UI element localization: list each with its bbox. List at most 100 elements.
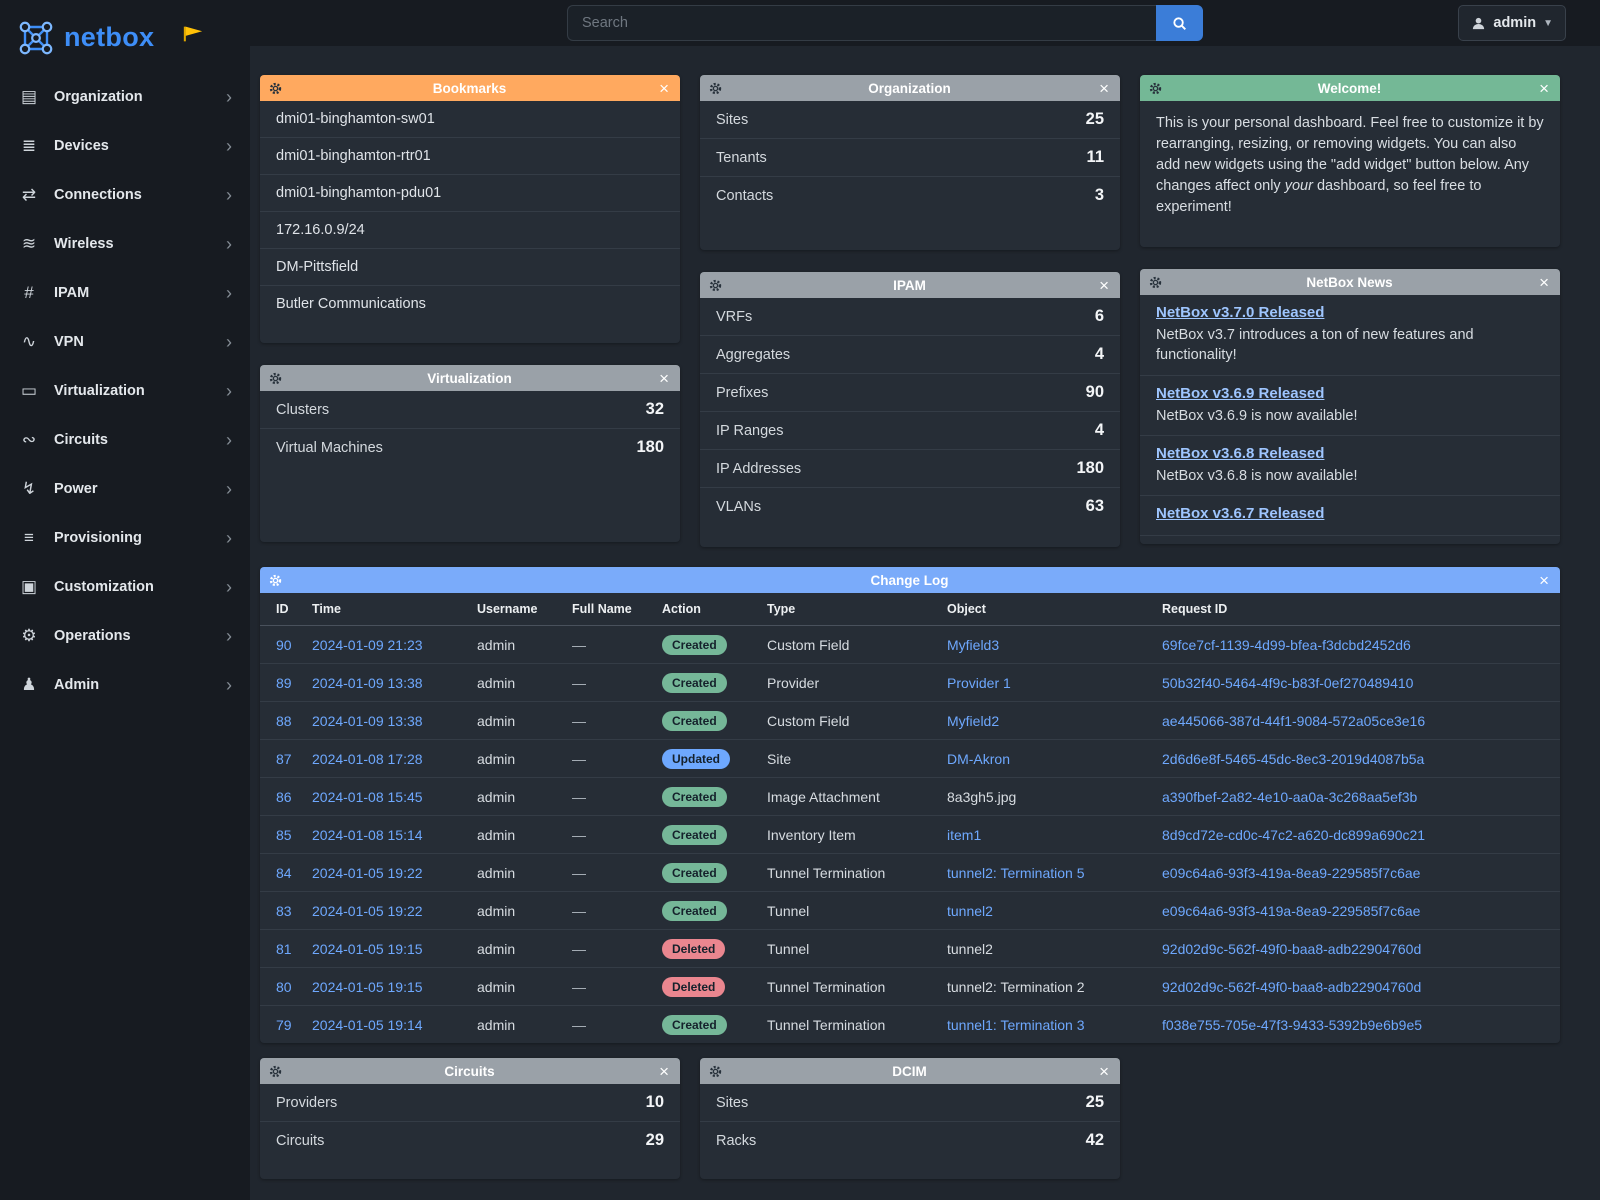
changelog-id-link[interactable]: 90	[276, 637, 292, 653]
widget-config-icon[interactable]	[709, 1065, 722, 1078]
changelog-request-id-link[interactable]: a390fbef-2a82-4e10-aa0a-3c268aa5ef3b	[1162, 789, 1417, 805]
changelog-request-id-link[interactable]: 2d6d6e8f-5465-45dc-8ec3-2019d4087b5a	[1162, 751, 1424, 767]
changelog-request-id-link[interactable]: ae445066-387d-44f1-9084-572a05ce3e16	[1162, 713, 1425, 729]
changelog-time-link[interactable]: 2024-01-09 13:38	[312, 675, 423, 691]
sidebar-item-connections[interactable]: ⇄ Connections ›	[0, 170, 250, 219]
stat-row[interactable]: Racks 42	[700, 1122, 1120, 1159]
widget-config-icon[interactable]	[709, 82, 722, 95]
changelog-id-link[interactable]: 85	[276, 827, 292, 843]
widget-config-icon[interactable]	[1149, 82, 1162, 95]
widget-config-icon[interactable]	[269, 372, 282, 385]
bookmark-item[interactable]: dmi01-binghamton-pdu01	[260, 175, 680, 212]
sidebar-item-virtualization[interactable]: ▭ Virtualization ›	[0, 366, 250, 415]
sidebar-item-power[interactable]: ↯ Power ›	[0, 464, 250, 513]
changelog-object-link[interactable]: tunnel1: Termination 3	[947, 1017, 1085, 1033]
changelog-time-link[interactable]: 2024-01-05 19:15	[312, 941, 423, 957]
stat-row[interactable]: Contacts 3	[700, 177, 1120, 214]
sidebar-item-ipam[interactable]: # IPAM ›	[0, 268, 250, 317]
changelog-time-link[interactable]: 2024-01-09 13:38	[312, 713, 423, 729]
news-link[interactable]: NetBox v3.6.8 Released	[1156, 445, 1324, 462]
widget-config-icon[interactable]	[709, 279, 722, 292]
widget-config-icon[interactable]	[1149, 276, 1162, 289]
changelog-id-link[interactable]: 80	[276, 979, 292, 995]
widget-config-icon[interactable]	[269, 82, 282, 95]
sidebar-item-circuits[interactable]: ∾ Circuits ›	[0, 415, 250, 464]
changelog-id-link[interactable]: 87	[276, 751, 292, 767]
close-icon[interactable]: ×	[1097, 277, 1111, 294]
news-link[interactable]: NetBox v3.6.7 Released	[1156, 505, 1324, 522]
widget-config-icon[interactable]	[269, 1065, 282, 1078]
changelog-request-id-link[interactable]: 69fce7cf-1139-4d99-bfea-f3dcbd2452d6	[1162, 637, 1411, 653]
user-menu-button[interactable]: admin ▼	[1458, 5, 1566, 41]
changelog-object-link[interactable]: tunnel2	[947, 903, 993, 919]
bookmark-item[interactable]: dmi01-binghamton-sw01	[260, 101, 680, 138]
changelog-request-id-link[interactable]: f038e755-705e-47f3-9433-5392b9e6b9e5	[1162, 1017, 1422, 1033]
changelog-object-link[interactable]: tunnel2: Termination 2	[947, 979, 1085, 995]
stat-row[interactable]: Tenants 11	[700, 139, 1120, 177]
stat-row[interactable]: VLANs 63	[700, 488, 1120, 525]
brand[interactable]: netbox	[0, 0, 250, 72]
changelog-time-link[interactable]: 2024-01-05 19:14	[312, 1017, 423, 1033]
bookmark-item[interactable]: dmi01-binghamton-rtr01	[260, 138, 680, 175]
stat-row[interactable]: IP Ranges 4	[700, 412, 1120, 450]
changelog-id-link[interactable]: 84	[276, 865, 292, 881]
changelog-time-link[interactable]: 2024-01-08 15:14	[312, 827, 423, 843]
close-icon[interactable]: ×	[657, 80, 671, 97]
changelog-object-link[interactable]: Myfield2	[947, 713, 999, 729]
bookmark-item[interactable]: Butler Communications	[260, 286, 680, 322]
changelog-request-id-link[interactable]: 92d02d9c-562f-49f0-baa8-adb22904760d	[1162, 979, 1421, 995]
changelog-object-link[interactable]: tunnel2	[947, 941, 993, 957]
changelog-time-link[interactable]: 2024-01-08 15:45	[312, 789, 423, 805]
changelog-object-link[interactable]: DM-Akron	[947, 751, 1010, 767]
changelog-request-id-link[interactable]: 8d9cd72e-cd0c-47c2-a620-dc899a690c21	[1162, 827, 1425, 843]
close-icon[interactable]: ×	[1537, 80, 1551, 97]
widget-config-icon[interactable]	[269, 574, 282, 587]
stat-row[interactable]: IP Addresses 180	[700, 450, 1120, 488]
changelog-time-link[interactable]: 2024-01-05 19:15	[312, 979, 423, 995]
stat-row[interactable]: Aggregates 4	[700, 336, 1120, 374]
close-icon[interactable]: ×	[1537, 572, 1551, 589]
changelog-object-link[interactable]: Provider 1	[947, 675, 1011, 691]
bookmark-item[interactable]: DM-Pittsfield	[260, 249, 680, 286]
sidebar-item-organization[interactable]: ▤ Organization ›	[0, 72, 250, 121]
changelog-id-link[interactable]: 88	[276, 713, 292, 729]
stat-row[interactable]: VRFs 6	[700, 298, 1120, 336]
stat-row[interactable]: Sites 25	[700, 101, 1120, 139]
changelog-object-link[interactable]: Myfield3	[947, 637, 999, 653]
changelog-id-link[interactable]: 83	[276, 903, 292, 919]
changelog-request-id-link[interactable]: 50b32f40-5464-4f9c-b83f-0ef270489410	[1162, 675, 1413, 691]
stat-row[interactable]: Virtual Machines 180	[260, 429, 680, 466]
changelog-id-link[interactable]: 86	[276, 789, 292, 805]
close-icon[interactable]: ×	[1537, 274, 1551, 291]
news-link[interactable]: NetBox v3.6.9 Released	[1156, 385, 1324, 402]
sidebar-item-devices[interactable]: ≣ Devices ›	[0, 121, 250, 170]
pinned-pennant-icon[interactable]	[182, 24, 204, 44]
search-button[interactable]	[1156, 5, 1203, 41]
sidebar-item-admin[interactable]: ♟ Admin ›	[0, 660, 250, 709]
sidebar-item-provisioning[interactable]: ≡ Provisioning ›	[0, 513, 250, 562]
changelog-time-link[interactable]: 2024-01-08 17:28	[312, 751, 423, 767]
changelog-request-id-link[interactable]: e09c64a6-93f3-419a-8ea9-229585f7c6ae	[1162, 865, 1420, 881]
changelog-object-link[interactable]: tunnel2: Termination 5	[947, 865, 1085, 881]
search-input[interactable]	[567, 5, 1156, 41]
close-icon[interactable]: ×	[1097, 80, 1111, 97]
news-link[interactable]: NetBox v3.7.0 Released	[1156, 304, 1324, 321]
bookmark-item[interactable]: 172.16.0.9/24	[260, 212, 680, 249]
changelog-object-link[interactable]: item1	[947, 827, 981, 843]
sidebar-item-wireless[interactable]: ≋ Wireless ›	[0, 219, 250, 268]
close-icon[interactable]: ×	[657, 1063, 671, 1080]
changelog-time-link[interactable]: 2024-01-05 19:22	[312, 903, 423, 919]
stat-row[interactable]: Sites 25	[700, 1084, 1120, 1122]
changelog-id-link[interactable]: 79	[276, 1017, 292, 1033]
changelog-object-link[interactable]: 8a3gh5.jpg	[947, 789, 1016, 805]
changelog-request-id-link[interactable]: e09c64a6-93f3-419a-8ea9-229585f7c6ae	[1162, 903, 1420, 919]
changelog-id-link[interactable]: 81	[276, 941, 292, 957]
sidebar-item-vpn[interactable]: ∿ VPN ›	[0, 317, 250, 366]
close-icon[interactable]: ×	[1097, 1063, 1111, 1080]
changelog-time-link[interactable]: 2024-01-05 19:22	[312, 865, 423, 881]
close-icon[interactable]: ×	[657, 370, 671, 387]
sidebar-item-operations[interactable]: ⚙ Operations ›	[0, 611, 250, 660]
changelog-time-link[interactable]: 2024-01-09 21:23	[312, 637, 423, 653]
changelog-id-link[interactable]: 89	[276, 675, 292, 691]
sidebar-item-customization[interactable]: ▣ Customization ›	[0, 562, 250, 611]
